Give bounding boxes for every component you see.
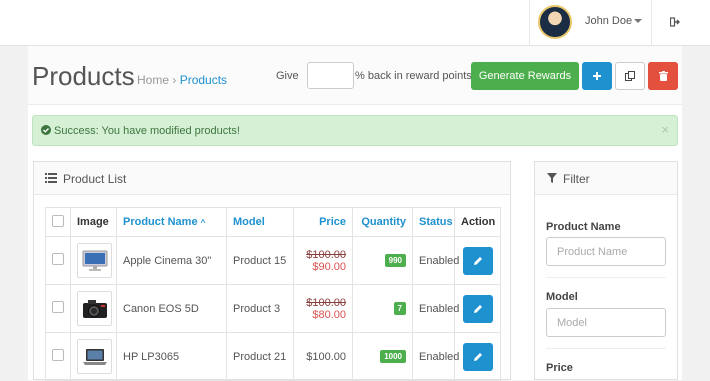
special-price: $90.00 [312, 260, 346, 273]
column-quantity[interactable]: Quantity [352, 207, 413, 237]
avatar [538, 5, 572, 39]
copy-icon [625, 71, 635, 81]
product-name: HP LP3065 [116, 332, 227, 381]
old-price: $100.00 [306, 296, 346, 309]
model-filter-input[interactable] [546, 308, 666, 337]
old-price: $100.00 [306, 248, 346, 261]
generate-rewards-button[interactable]: Generate Rewards [471, 62, 579, 90]
page-title: Products [32, 61, 135, 91]
table-row: Apple Cinema 30" Product 15 $100.00 $90.… [45, 236, 501, 285]
caret-down-icon [634, 19, 642, 23]
column-price[interactable]: Price [293, 207, 353, 237]
user-menu[interactable]: John Doe [529, 0, 651, 45]
logout-button[interactable] [651, 0, 710, 45]
product-list-title: Product List [63, 172, 127, 186]
row-checkbox[interactable] [45, 284, 71, 333]
panel-heading: Filter [535, 162, 677, 195]
sort-asc-icon: ^ [200, 218, 206, 227]
sign-out-icon [670, 17, 680, 27]
product-name-label: Product Name [546, 221, 621, 233]
product-model: Product 15 [226, 236, 294, 285]
select-all-checkbox[interactable] [45, 207, 71, 237]
filter-title: Filter [563, 172, 590, 186]
row-checkbox[interactable] [45, 332, 71, 381]
alert-message: Success: You have modified products! [54, 125, 240, 137]
row-checkbox[interactable] [45, 236, 71, 285]
reward-label: % back in reward points [355, 70, 472, 82]
table-row: Canon EOS 5D Product 3 $100.00 $80.00 7 … [45, 284, 501, 333]
top-navbar: John Doe [0, 0, 710, 46]
special-price: $80.00 [312, 308, 346, 321]
product-price: $100.00 [293, 332, 353, 381]
table-header-row: Image Product Name ^ Model Price Quantit… [45, 207, 501, 237]
laptop-icon [77, 339, 112, 374]
column-model[interactable]: Model [226, 207, 294, 237]
filter-icon [547, 173, 557, 183]
trash-icon [658, 71, 668, 81]
product-model: Product 21 [226, 332, 294, 381]
breadcrumb-home[interactable]: Home [137, 73, 169, 87]
model-label: Model [546, 291, 578, 303]
table-row: HP LP3065 Product 21 $100.00 1000 Enable… [45, 332, 501, 381]
delete-button[interactable] [648, 62, 678, 90]
product-model: Product 3 [226, 284, 294, 333]
product-table: Image Product Name ^ Model Price Quantit… [45, 207, 501, 381]
column-product-name[interactable]: Product Name ^ [116, 207, 227, 237]
product-name: Apple Cinema 30" [116, 236, 227, 285]
close-icon[interactable]: × [661, 122, 669, 137]
edit-button[interactable] [462, 294, 493, 323]
panel-heading: Product List [34, 162, 510, 195]
quantity-badge: 990 [384, 254, 406, 267]
column-image: Image [70, 207, 117, 237]
breadcrumb-products[interactable]: Products [180, 73, 227, 87]
pencil-icon [473, 256, 482, 265]
edit-button[interactable] [462, 342, 493, 371]
pencil-icon [473, 304, 482, 313]
product-status: Enabled [412, 332, 459, 381]
edit-button[interactable] [462, 246, 493, 275]
breadcrumb: Home › Products [137, 73, 227, 87]
divider [546, 348, 666, 349]
product-list-panel: Product List Image Product Name ^ Model … [33, 161, 511, 381]
breadcrumb-separator: › [172, 73, 180, 87]
divider [546, 277, 666, 278]
add-product-button[interactable] [582, 62, 612, 90]
column-action: Action [454, 207, 501, 237]
price-label: Price [546, 362, 573, 374]
check-circle-icon [41, 125, 51, 135]
product-status: Enabled [412, 236, 459, 285]
pencil-icon [473, 352, 482, 361]
column-product-name-label: Product Name [123, 216, 198, 228]
product-status: Enabled [412, 284, 459, 333]
product-name-filter-input[interactable] [546, 237, 666, 266]
product-name: Canon EOS 5D [116, 284, 227, 333]
give-label: Give [276, 70, 299, 82]
quantity-badge: 1000 [380, 350, 406, 363]
monitor-icon [77, 243, 112, 278]
camera-icon [77, 291, 112, 326]
success-alert: Success: You have modified products! × [32, 115, 678, 146]
reward-percent-input[interactable] [307, 62, 354, 89]
user-name: John Doe [585, 15, 633, 27]
quantity-badge: 7 [393, 302, 406, 315]
copy-button[interactable] [615, 62, 645, 90]
plus-icon [593, 72, 601, 80]
list-icon [45, 173, 57, 183]
column-status[interactable]: Status [412, 207, 455, 237]
filter-panel: Filter Product Name Model Price [534, 161, 678, 380]
